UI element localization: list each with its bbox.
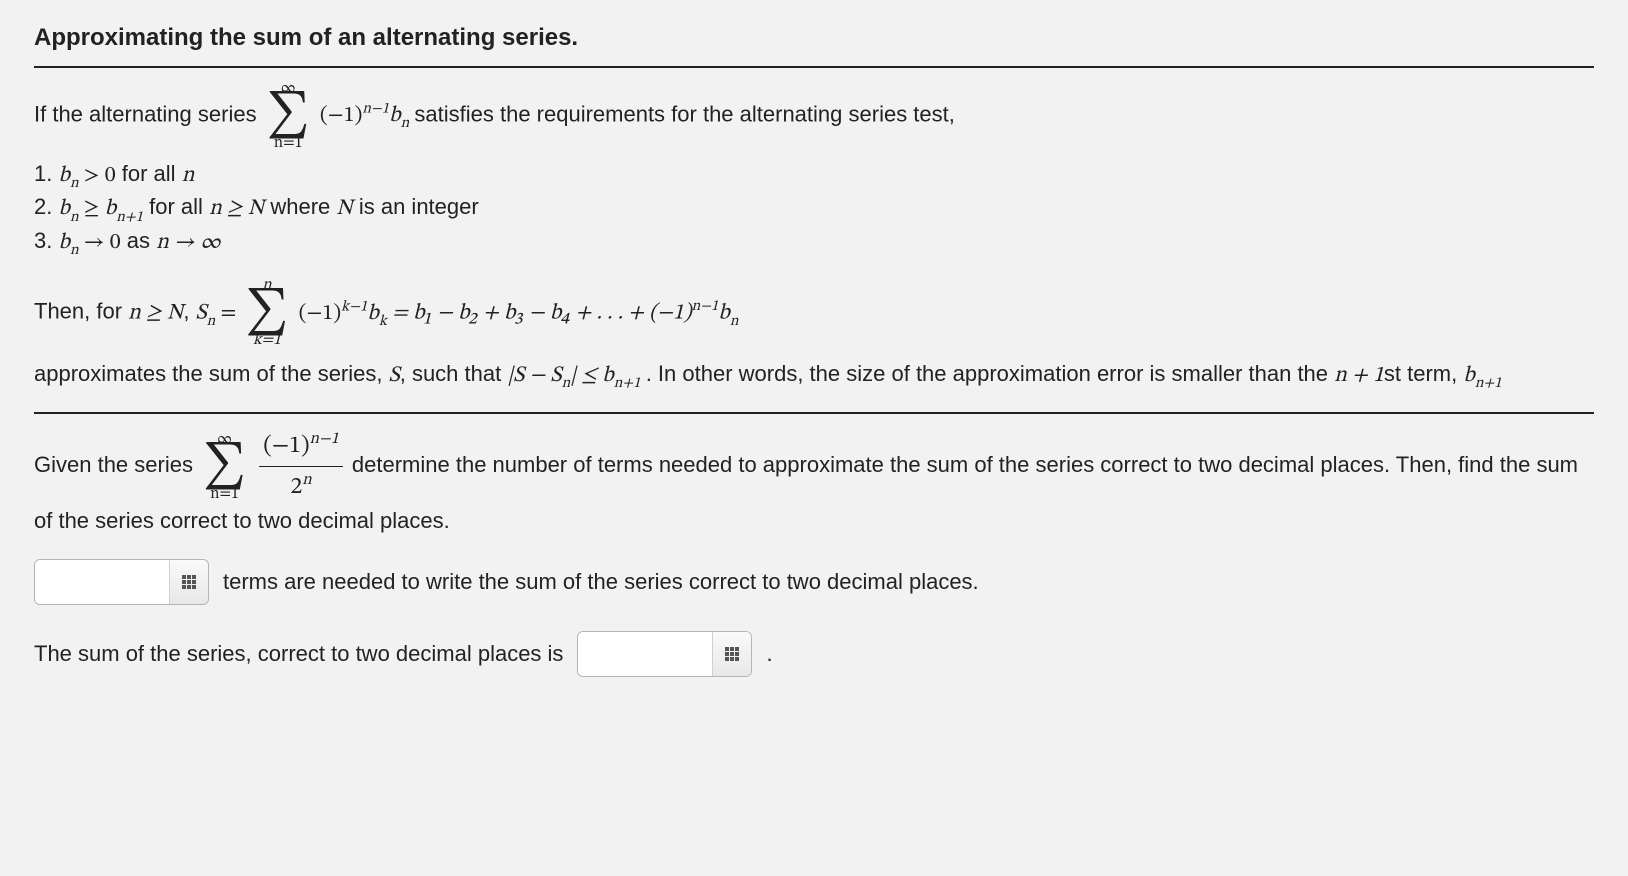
answer-row-terms: terms are needed to write the sum of the… <box>34 559 1594 605</box>
keypad-icon <box>724 646 740 662</box>
keypad-icon <box>181 574 197 590</box>
sigma-icon: ∑ <box>245 293 288 332</box>
series-fraction: (−1)n−1 2n <box>259 428 343 505</box>
sum-inf-3: ∞ ∑ n=1 <box>203 431 246 502</box>
sum-inf-1: ∞ ∑ n=1 <box>267 80 310 151</box>
conditions-list: 1. bn > 0 for all n 2. bn ≥ bn+1 for all… <box>34 161 1594 259</box>
terms-label: terms are needed to write the sum of the… <box>223 569 979 595</box>
cond-3: 3. bn → 0 as n → ∞ <box>34 228 1594 259</box>
terms-input-group <box>34 559 209 605</box>
question-card: Approximating the sum of an alternating … <box>0 0 1628 717</box>
question-title: Approximating the sum of an alternating … <box>34 24 1594 52</box>
cond-1: 1. bn > 0 for all n <box>34 161 1594 192</box>
cond-2: 2. bn ≥ bn+1 for all n ≥ N where N is an… <box>34 194 1594 225</box>
sum-input[interactable] <box>578 632 712 676</box>
intro-a: If the alternating series <box>34 101 263 126</box>
keypad-button[interactable] <box>712 632 751 676</box>
sum-input-group <box>577 631 752 677</box>
divider-mid <box>34 412 1594 414</box>
period: . <box>766 641 772 667</box>
keypad-button[interactable] <box>169 560 208 604</box>
sum-label: The sum of the series, correct to two de… <box>34 641 563 667</box>
sum-body-1: (−1)n−1bn <box>320 105 415 127</box>
sn-definition: Then, for n ≥ N, Sn = n ∑ k=1 (−1)k−1bk … <box>34 277 1594 348</box>
intro-line: If the alternating series ∞ ∑ n=1 (−1)n−… <box>34 80 1594 151</box>
intro-b: satisfies the requirements for the alter… <box>414 101 954 126</box>
sum-n-2: n ∑ k=1 <box>245 277 288 348</box>
sigma-icon: ∑ <box>203 447 246 486</box>
given-series: Given the series ∞ ∑ n=1 (−1)n−1 2n dete… <box>34 428 1594 536</box>
terms-input[interactable] <box>35 560 169 604</box>
error-bound: approximates the sum of the series, S, s… <box>34 358 1594 394</box>
divider-top <box>34 66 1594 68</box>
sigma-icon: ∑ <box>267 96 310 135</box>
error-inequality: |S − Sn| ≤ bn+1 <box>507 365 645 387</box>
answer-row-sum: The sum of the series, correct to two de… <box>34 631 1594 677</box>
sum2-body: (−1)k−1bk <box>299 303 393 325</box>
sn-expansion: = b₁ − b₂ + b₃ − b₄ + . . . + (−1) <box>392 303 691 325</box>
